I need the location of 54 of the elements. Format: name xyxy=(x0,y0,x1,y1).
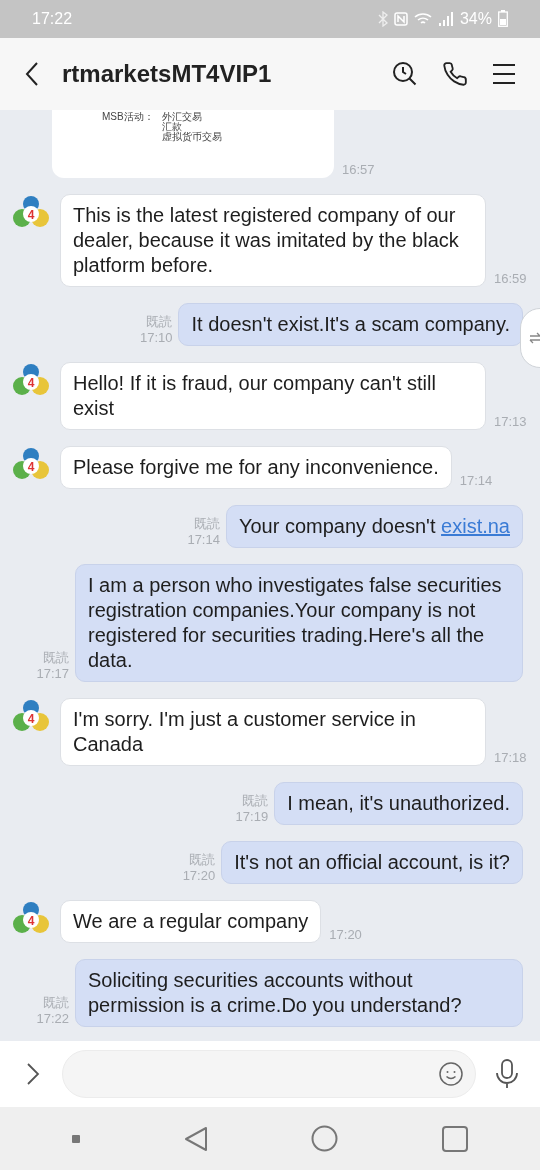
document-text: 汇款 xyxy=(161,121,183,132)
read-receipt: 既読 xyxy=(43,994,69,1011)
message-input-field[interactable] xyxy=(62,1049,476,1098)
received-message-bubble: We are a regular company xyxy=(60,899,322,943)
message-link[interactable]: exist.na xyxy=(441,514,510,537)
sent-message-bubble: It doesn't exist.It's a scam company. xyxy=(178,302,523,346)
nfc-icon xyxy=(393,11,408,26)
message-time: 17:14 xyxy=(459,472,493,489)
home-circle-icon[interactable] xyxy=(311,1125,339,1153)
signal-icon xyxy=(437,10,454,27)
battery-percent: 34% xyxy=(459,8,492,29)
document-label: MSB活动： xyxy=(102,111,154,124)
read-receipt: 既読 xyxy=(193,515,220,532)
sent-message-bubble: Your company doesn't exist.na xyxy=(225,504,523,548)
message-time: 16:57 xyxy=(342,161,375,178)
message-time: 17:19 xyxy=(235,808,269,825)
read-receipt: 既読 xyxy=(146,313,173,330)
message-time: 17:20 xyxy=(182,867,216,884)
message-time: 17:18 xyxy=(494,749,527,766)
message-time: 17:20 xyxy=(329,926,362,943)
phone-icon[interactable] xyxy=(442,60,468,87)
status-time: 17:22 xyxy=(32,8,73,29)
document-text: 外汇交易 xyxy=(161,111,203,122)
sent-message-bubble: It's not an official account, is it? xyxy=(221,840,523,884)
document-image[interactable]: MSB活动： 外汇交易 汇款 虚拟货币交易 xyxy=(52,109,334,178)
recents-square-icon[interactable] xyxy=(442,1125,469,1152)
read-receipt: 既読 xyxy=(43,649,69,666)
emoji-icon[interactable] xyxy=(439,1061,463,1086)
message-time: 17:14 xyxy=(187,531,220,548)
small-square-icon[interactable] xyxy=(71,1134,80,1143)
document-text: 虚拟货币交易 xyxy=(161,131,222,142)
read-receipt: 既読 xyxy=(242,792,269,809)
message-time: 17:22 xyxy=(36,1010,69,1027)
battery-icon xyxy=(498,10,508,28)
sent-message-bubble: Soliciting securities accounts without permission is a crime.Do you understand? xyxy=(75,958,523,1027)
microphone-icon[interactable] xyxy=(494,1058,520,1089)
swap-arrows-icon xyxy=(529,331,540,344)
received-message-bubble: This is the latest registered company of our dealer, because it was imitated by the black platform before. xyxy=(60,193,486,287)
menu-icon[interactable] xyxy=(492,62,516,85)
wifi-icon xyxy=(413,11,432,26)
bluetooth-icon xyxy=(377,10,388,27)
message-time: 17:17 xyxy=(36,665,69,682)
received-message-bubble: Please forgive me for any inconvenience. xyxy=(60,445,452,489)
received-message-bubble: I'm sorry. I'm just a customer service in Canada xyxy=(60,697,486,766)
received-message-bubble: Hello! If it is fraud, our company can't still exist xyxy=(60,361,486,430)
sent-message-bubble: I am a person who investigates false securities registration companies.Your company is not registered for securities trading.Here's all the data. xyxy=(75,563,523,682)
read-receipt: 既読 xyxy=(189,851,216,868)
chat-title: rtmarketsMT4VIP1 xyxy=(62,58,272,89)
message-time: 17:13 xyxy=(494,413,527,430)
message-time: 16:59 xyxy=(494,270,527,287)
message-time: 17:10 xyxy=(139,329,173,346)
back-triangle-icon[interactable] xyxy=(183,1125,208,1152)
clock-search-icon[interactable] xyxy=(392,60,418,87)
sent-message-bubble: I mean, it's unauthorized. xyxy=(274,781,523,825)
